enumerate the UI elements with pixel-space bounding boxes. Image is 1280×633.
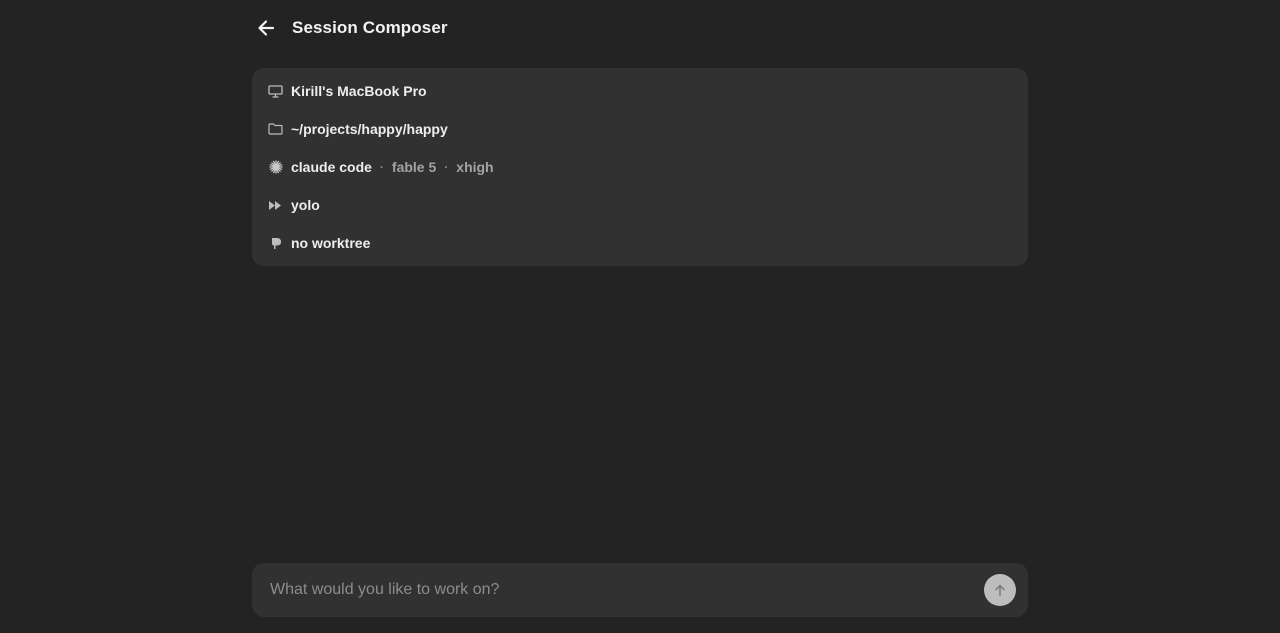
arrow-up-icon xyxy=(995,584,1005,596)
branch-icon xyxy=(268,236,283,251)
mode-selector[interactable]: yolo xyxy=(252,186,1028,224)
prompt-input[interactable] xyxy=(270,581,984,599)
sparkle-icon xyxy=(268,160,283,175)
page-title: Session Composer xyxy=(292,18,448,37)
arrow-left-icon xyxy=(258,20,275,36)
model-label: fable 5 xyxy=(391,159,437,175)
mode-label: yolo xyxy=(291,197,320,213)
machine-selector[interactable]: Kirill's MacBook Pro xyxy=(252,72,1028,110)
machine-label: Kirill's MacBook Pro xyxy=(291,83,427,99)
session-options-card: Kirill's MacBook Pro ~/projects/happy/ha… xyxy=(252,68,1028,266)
worktree-label: no worktree xyxy=(291,235,371,251)
back-button[interactable] xyxy=(256,12,288,44)
worktree-selector[interactable]: no worktree xyxy=(252,224,1028,262)
fast-forward-icon xyxy=(268,198,283,213)
monitor-icon xyxy=(268,84,283,99)
folder-icon xyxy=(268,122,283,137)
effort-label: xhigh xyxy=(456,159,494,175)
header: Session Composer xyxy=(252,12,448,44)
message-composer xyxy=(252,563,1028,617)
path-label: ~/projects/happy/happy xyxy=(291,121,448,137)
agent-label: claude code xyxy=(291,159,372,175)
agent-selector[interactable]: claude code · fable 5 · xhigh xyxy=(252,148,1028,186)
path-selector[interactable]: ~/projects/happy/happy xyxy=(252,110,1028,148)
separator-dot: · xyxy=(379,160,384,174)
session-composer-page: Session Composer Kirill's MacBook Pro ~/… xyxy=(0,0,1280,633)
send-button[interactable] xyxy=(984,574,1016,606)
separator-dot: · xyxy=(444,160,449,174)
